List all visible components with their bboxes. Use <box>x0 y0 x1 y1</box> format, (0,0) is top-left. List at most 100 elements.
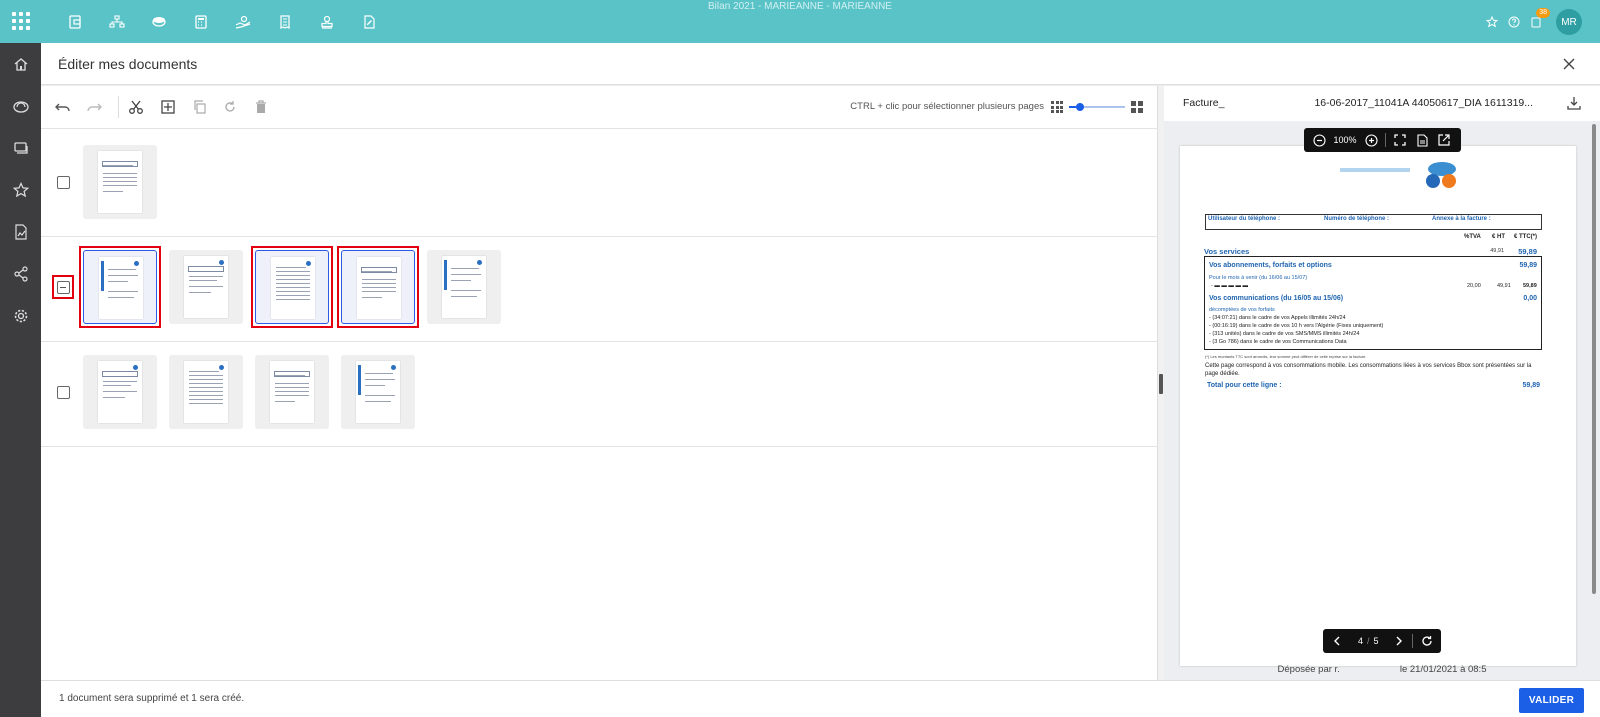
services-line: Vos services 49,91 59,89 <box>1204 247 1542 256</box>
hand-money-icon[interactable] <box>222 12 264 32</box>
cloud-icon[interactable] <box>0 85 41 127</box>
share-icon[interactable] <box>0 253 41 295</box>
zoom-in-icon[interactable] <box>1360 129 1382 151</box>
document-checkbox[interactable] <box>57 386 70 399</box>
preview-header: Facture_ 16-06-2017_11041A 44050617_DIA 1… <box>1164 86 1600 121</box>
top-bar: Bilan 2021 - MARIEANNE - MARIEANNE 38 MR <box>0 0 1600 43</box>
page-thumbnail[interactable] <box>341 250 415 324</box>
total-value: 59,89 <box>1522 382 1540 389</box>
trash-icon[interactable] <box>251 97 271 117</box>
validate-button[interactable]: VALIDER <box>1519 688 1584 713</box>
user-info-table: Utilisateur du téléphone : Numéro de tél… <box>1205 214 1542 230</box>
subscriptions-title: Vos abonnements, forfaits et options <box>1209 262 1332 269</box>
communications-value: 0,00 <box>1523 295 1537 302</box>
page-navigator: 4/5 <box>1323 629 1441 653</box>
slider-knob[interactable] <box>1076 103 1085 111</box>
preview-filename: Facture_ 16-06-2017_11041A 44050617_DIA 1… <box>1183 97 1533 109</box>
page-thumbnail[interactable] <box>83 145 157 219</box>
modal-footer: 1 document sera supprimé et 1 sera créé.… <box>41 680 1600 717</box>
open-external-icon[interactable] <box>1433 129 1455 151</box>
close-icon[interactable] <box>1560 55 1578 73</box>
pager-divider <box>1412 634 1414 648</box>
settings-gear-icon[interactable] <box>0 295 41 337</box>
zoom-out-icon[interactable] <box>1308 129 1330 151</box>
page-thumbnail[interactable] <box>255 250 329 324</box>
documents-editor: CTRL + clic pour sélectionner plusieurs … <box>41 86 1158 680</box>
document-checkbox[interactable] <box>57 176 70 189</box>
merge-icon[interactable] <box>158 97 178 117</box>
zoom-divider <box>1385 133 1386 147</box>
filename-end: 16-06-2017_11041A 44050617_DIA 1611319..… <box>1314 97 1533 109</box>
page-thumbnail[interactable] <box>83 355 157 429</box>
services-label: Vos services <box>1204 247 1250 256</box>
col-number: Numéro de téléphone : <box>1324 216 1390 222</box>
current-page[interactable]: 4 <box>1358 636 1363 646</box>
document-row <box>41 234 1158 342</box>
document-viewer: Utilisateur du téléphone : Numéro de tél… <box>1180 146 1576 666</box>
stamp-icon[interactable] <box>306 12 348 32</box>
footnote: (*) Les montants TTC sont arrondis, leur… <box>1205 354 1367 359</box>
page-preview <box>270 361 314 423</box>
fit-page-icon[interactable] <box>1411 129 1433 151</box>
receipt-icon[interactable] <box>264 12 306 32</box>
total-pages: 5 <box>1373 636 1379 646</box>
changes-summary: 1 document sera supprimé et 1 sera créé. <box>59 693 245 704</box>
col-ht: € HT <box>1492 234 1506 240</box>
document-edit-icon[interactable] <box>348 12 390 32</box>
document-row <box>41 339 1158 447</box>
page-thumbnail[interactable] <box>255 355 329 429</box>
toolbar-divider <box>118 96 119 118</box>
page-thumbnail[interactable] <box>83 250 157 324</box>
rotate-icon[interactable] <box>220 97 240 117</box>
coins-icon[interactable] <box>138 12 180 32</box>
report-chart-icon[interactable] <box>0 211 41 253</box>
deposit-by: Déposée par r. <box>1277 664 1340 675</box>
subscription-tva: 20,00 <box>1467 283 1481 289</box>
duplicate-icon[interactable] <box>190 97 210 117</box>
page-preview <box>99 257 143 319</box>
page-preview <box>442 256 486 318</box>
apps-grid-icon[interactable] <box>12 12 30 30</box>
avatar[interactable]: MR <box>1556 9 1582 35</box>
small-thumbnails-icon[interactable] <box>1051 101 1063 113</box>
fullscreen-icon[interactable] <box>1389 129 1411 151</box>
thumbnail-size-slider[interactable] <box>1069 103 1125 111</box>
page-thumbnail[interactable] <box>341 355 415 429</box>
previous-page-icon[interactable] <box>1327 630 1348 652</box>
page-preview <box>98 361 142 423</box>
calculator-icon[interactable] <box>180 12 222 32</box>
rotate-page-icon[interactable] <box>1416 630 1437 652</box>
window-title: Bilan 2021 - MARIEANNE - MARIEANNE <box>708 1 892 12</box>
home-icon[interactable] <box>0 43 41 85</box>
left-rail <box>0 43 41 717</box>
multi-select-hint: CTRL + clic pour sélectionner plusieurs … <box>850 101 1044 112</box>
wallet-icon[interactable] <box>54 12 96 32</box>
cards-icon[interactable] <box>0 127 41 169</box>
large-thumbnails-icon[interactable] <box>1131 101 1143 113</box>
page-preview <box>357 257 401 319</box>
splitter-handle[interactable] <box>1159 374 1163 394</box>
notifications-icon[interactable]: 38 <box>1526 8 1550 34</box>
brand-logo <box>1340 168 1410 172</box>
page-thumbnail[interactable] <box>169 355 243 429</box>
org-chart-icon[interactable] <box>96 12 138 32</box>
star-icon[interactable] <box>1482 10 1502 34</box>
preview-scrollbar[interactable] <box>1592 124 1596 594</box>
checkbox-highlight <box>52 275 74 299</box>
scissors-icon[interactable] <box>126 97 146 117</box>
page-preview <box>271 257 315 319</box>
col-tva: %TVA <box>1464 234 1481 240</box>
undo-icon[interactable] <box>53 97 73 117</box>
next-page-icon[interactable] <box>1389 630 1410 652</box>
page-thumbnail[interactable] <box>169 250 243 324</box>
redo-icon[interactable] <box>84 97 104 117</box>
help-icon[interactable] <box>1504 10 1524 34</box>
page-thumbnail[interactable] <box>427 250 501 324</box>
services-detail-box: Vos abonnements, forfaits et options 59,… <box>1204 256 1542 350</box>
services-ht: 49,91 <box>1490 248 1504 254</box>
favorites-star-icon[interactable] <box>0 169 41 211</box>
download-icon[interactable] <box>1565 94 1583 112</box>
subscription-ttc: 59,89 <box>1523 283 1537 289</box>
modal-header: Éditer mes documents <box>41 43 1600 85</box>
line-total: Total pour cette ligne : 59,89 <box>1207 382 1540 389</box>
